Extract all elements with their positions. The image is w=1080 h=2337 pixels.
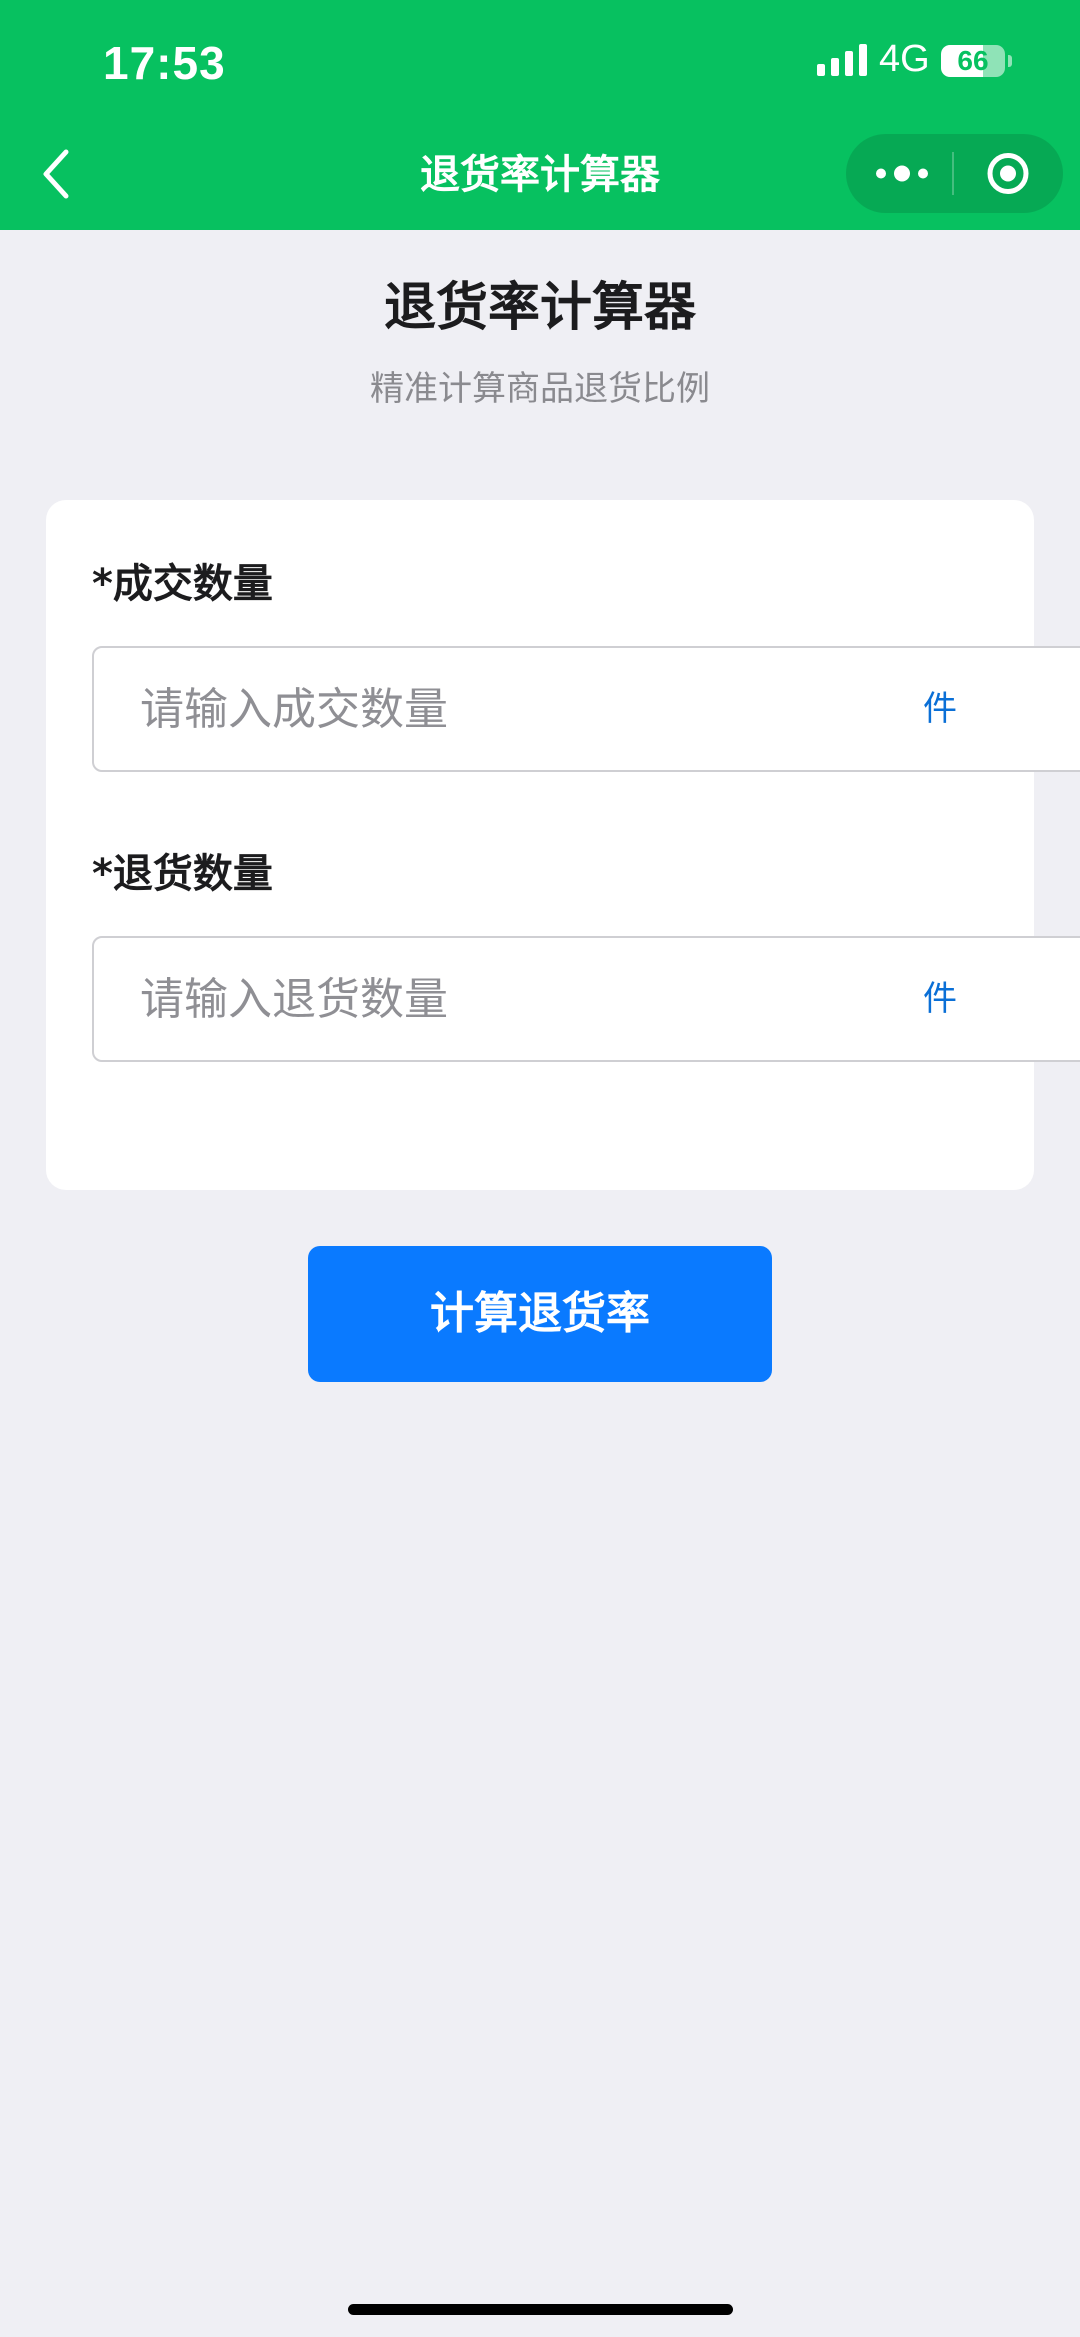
sales-quantity-input[interactable] bbox=[140, 648, 900, 770]
required-mark: * bbox=[92, 561, 113, 607]
field-label-text: 成交数量 bbox=[112, 561, 273, 607]
target-circle-icon[interactable] bbox=[976, 150, 1040, 197]
form-card: *成交数量 件 *退货数量 件 bbox=[46, 500, 1080, 1190]
battery-percentage: 66 bbox=[957, 45, 989, 76]
return-quantity-input[interactable] bbox=[140, 938, 900, 1060]
field-label-sales-quantity: *成交数量 bbox=[92, 558, 273, 610]
home-indicator bbox=[348, 2304, 733, 2315]
return-quantity-field[interactable]: 件 bbox=[92, 936, 1080, 1062]
top-bar: 17:53 4G 66 退货率计算器 bbox=[0, 0, 1080, 230]
field-label-return-quantity: *退货数量 bbox=[92, 848, 273, 900]
more-dots-icon[interactable] bbox=[870, 152, 934, 195]
nav-title: 退货率计算器 bbox=[420, 152, 660, 198]
sales-quantity-field[interactable]: 件 bbox=[92, 646, 1080, 772]
capsule-divider bbox=[952, 152, 954, 195]
calculate-return-rate-button[interactable]: 计算退货率 bbox=[308, 1246, 772, 1382]
page-subtitle: 精准计算商品退货比例 bbox=[370, 369, 710, 409]
unit-label: 件 bbox=[923, 689, 957, 729]
mini-program-capsule bbox=[846, 134, 1063, 213]
network-type: 4G bbox=[879, 38, 930, 80]
chevron-left-icon[interactable] bbox=[32, 142, 82, 206]
page-title: 退货率计算器 bbox=[383, 278, 696, 338]
battery-cap bbox=[1008, 55, 1012, 67]
status-time: 17:53 bbox=[103, 37, 226, 89]
cellular-signal-icon bbox=[817, 44, 867, 76]
required-mark: * bbox=[92, 851, 113, 897]
field-label-text: 退货数量 bbox=[112, 851, 273, 897]
unit-label: 件 bbox=[923, 979, 957, 1019]
battery-icon: 66 bbox=[941, 45, 1005, 77]
